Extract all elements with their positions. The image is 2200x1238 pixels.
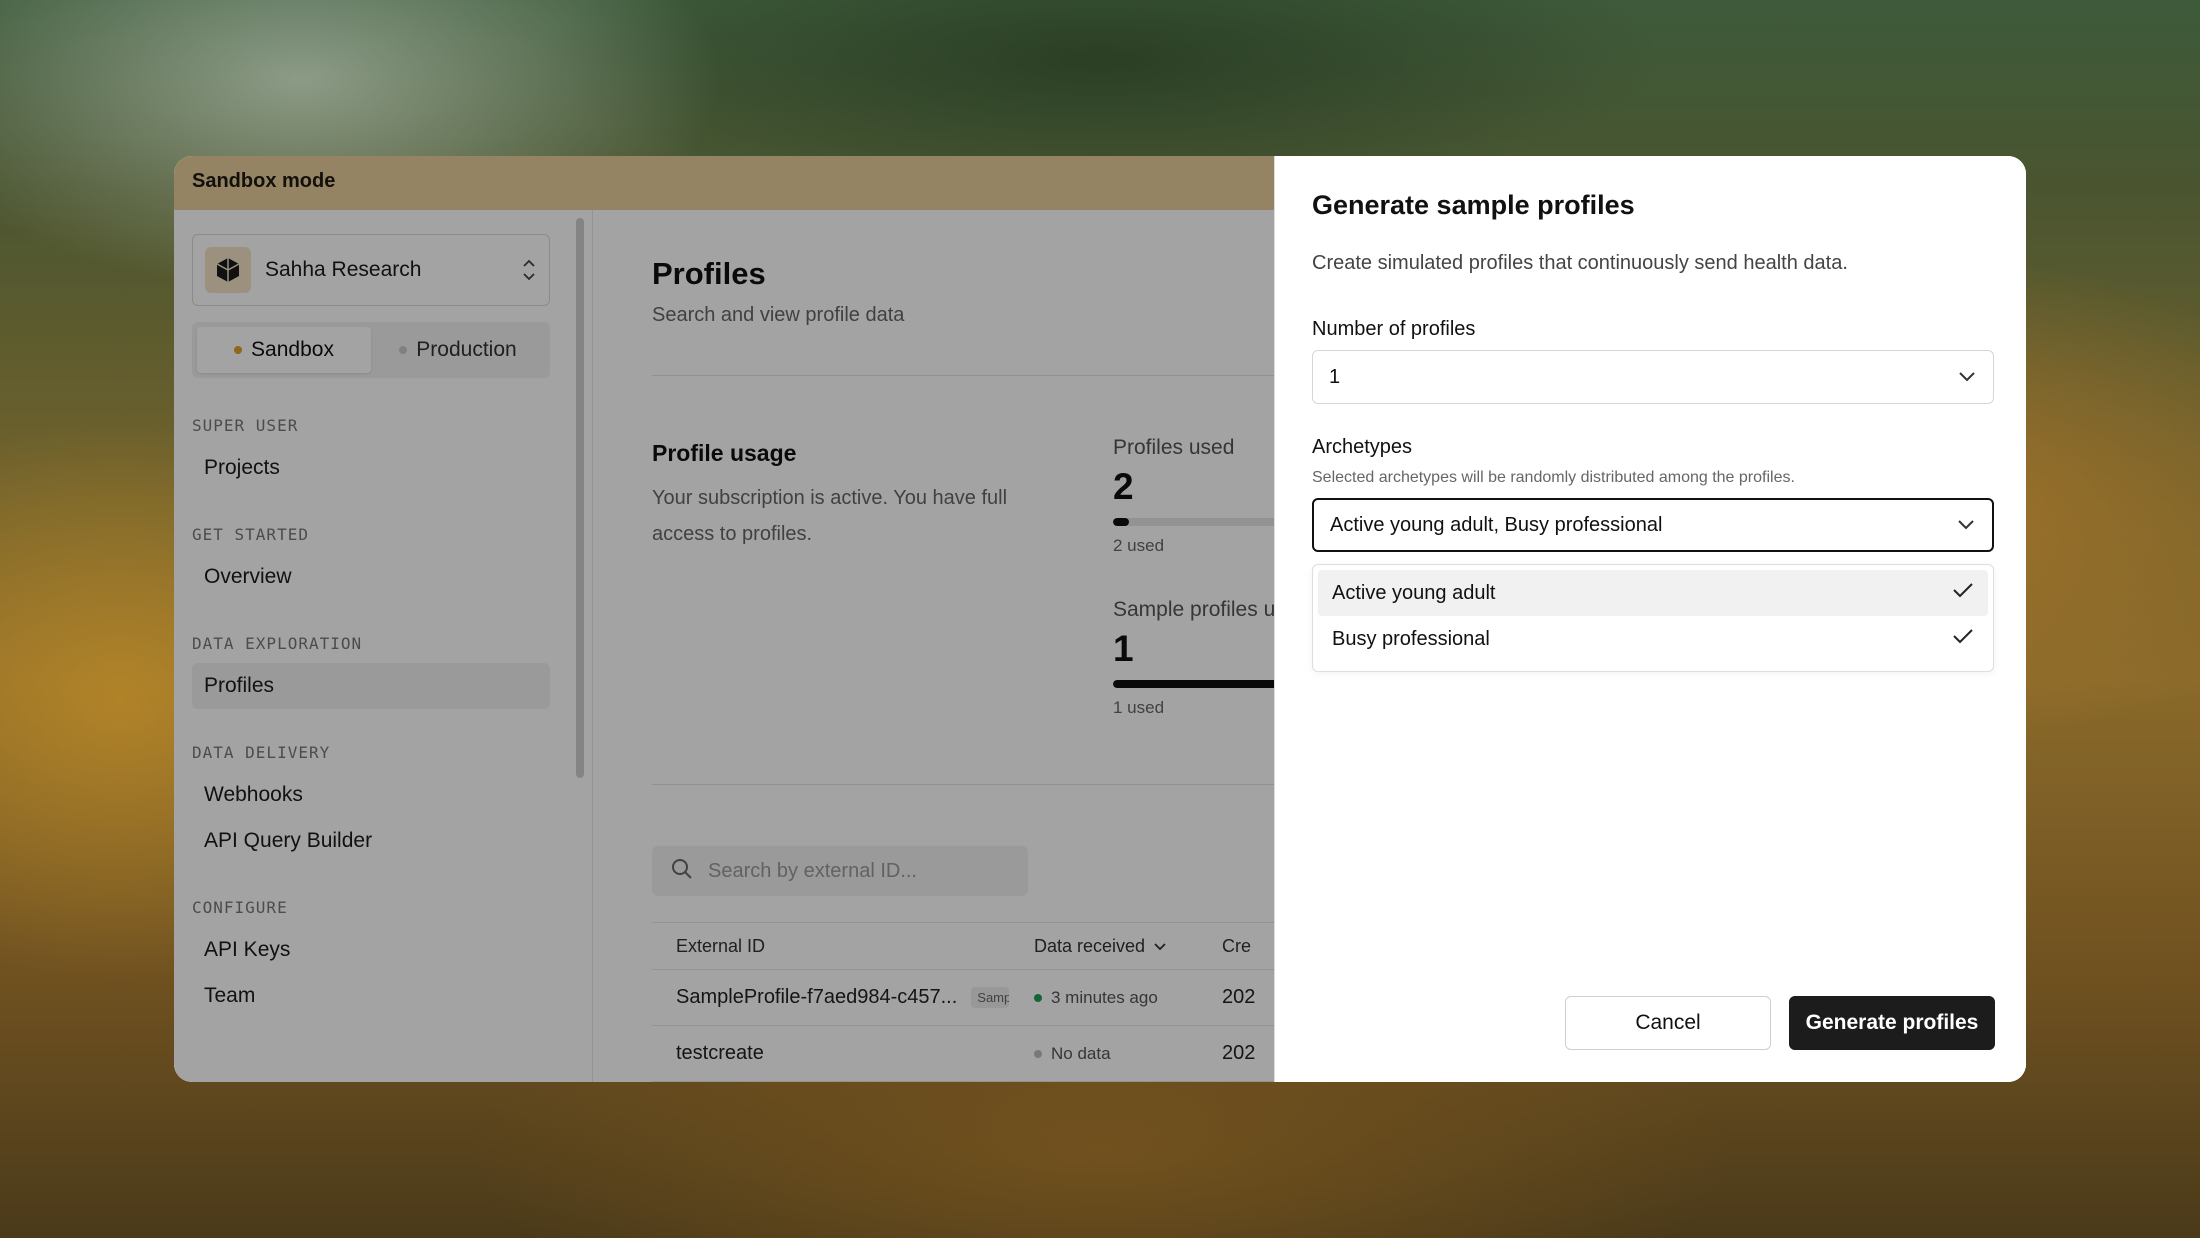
panel-description: Create simulated profiles that continuou… xyxy=(1312,252,1848,274)
archetypes-label: Archetypes xyxy=(1312,436,1413,458)
archetypes-select[interactable]: Active young adult, Busy professional xyxy=(1312,498,1994,552)
check-icon xyxy=(1952,581,1974,605)
select-value: Active young adult, Busy professional xyxy=(1330,513,1663,536)
modal-backdrop[interactable] xyxy=(174,156,1274,1082)
option-label: Busy professional xyxy=(1332,627,1490,650)
chevron-down-icon xyxy=(1957,366,1977,389)
select-value: 1 xyxy=(1329,365,1341,388)
option-active-young-adult[interactable]: Active young adult xyxy=(1318,570,1988,616)
check-icon xyxy=(1952,627,1974,651)
option-label: Active young adult xyxy=(1332,581,1496,604)
number-of-profiles-label: Number of profiles xyxy=(1312,318,1476,340)
generate-profiles-panel: Generate sample profiles Create simulate… xyxy=(1274,156,2026,1082)
app-window: Sandbox mode Sahha Research Sandbox Prod… xyxy=(174,156,2026,1082)
generate-profiles-button[interactable]: Generate profiles xyxy=(1789,996,1995,1050)
number-of-profiles-select[interactable]: 1 xyxy=(1312,350,1994,404)
cancel-button[interactable]: Cancel xyxy=(1565,996,1771,1050)
archetypes-hint: Selected archetypes will be randomly dis… xyxy=(1312,469,1795,486)
panel-title: Generate sample profiles xyxy=(1312,190,1635,220)
archetypes-dropdown-menu: Active young adult Busy professional xyxy=(1312,564,1994,672)
chevron-down-icon xyxy=(1956,514,1976,537)
option-busy-professional[interactable]: Busy professional xyxy=(1318,616,1988,662)
